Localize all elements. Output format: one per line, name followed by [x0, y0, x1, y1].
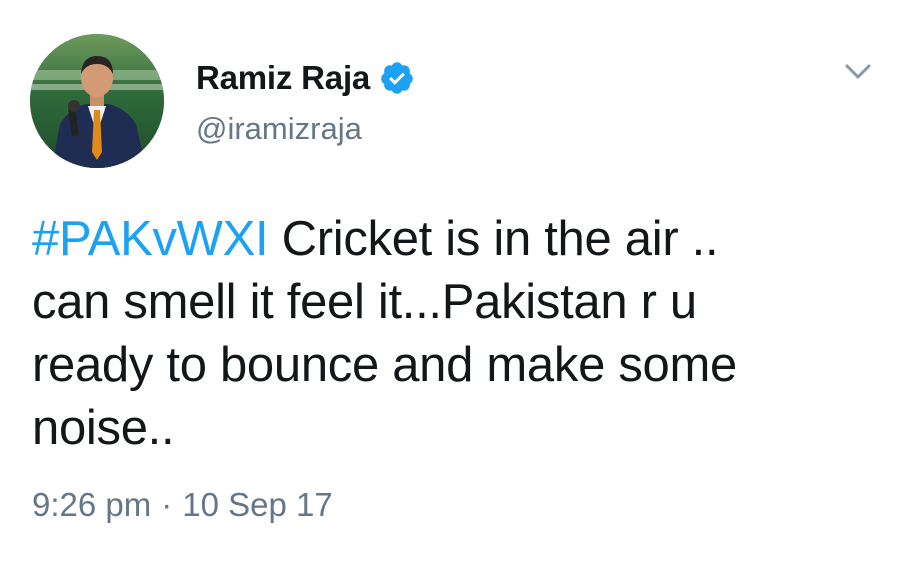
tweet-timestamp[interactable]: 9:26 pm · 10 Sep 17 [32, 486, 333, 524]
hashtag-link[interactable]: #PAKvWXI [32, 212, 269, 266]
tweet-text-line-2: can smell it feel it...Pakistan r u [32, 275, 697, 329]
author-name-row: Ramiz Raja [196, 56, 415, 100]
chevron-down-icon [845, 64, 871, 79]
avatar[interactable] [30, 34, 164, 168]
tweet-text-line-3: ready to bounce and make some [32, 338, 737, 392]
profile-photo [30, 34, 164, 168]
verified-badge-icon [379, 60, 415, 96]
display-name[interactable]: Ramiz Raja [196, 59, 370, 97]
tweet-text-line-4: noise.. [32, 401, 175, 455]
tweet-text: #PAKvWXI Cricket is in the air .. can sm… [32, 208, 872, 460]
tweet-time: 9:26 pm [32, 486, 152, 523]
tweet-card: Ramiz Raja @iramizraja #PAKvWXI Cricket … [0, 0, 900, 561]
author-handle[interactable]: @iramizraja [196, 111, 362, 147]
tweet-menu-button[interactable] [838, 56, 878, 88]
tweet-date: 10 Sep 17 [182, 486, 333, 523]
tweet-text-line-1: Cricket is in the air .. [268, 212, 719, 266]
meta-separator: · [161, 486, 173, 523]
